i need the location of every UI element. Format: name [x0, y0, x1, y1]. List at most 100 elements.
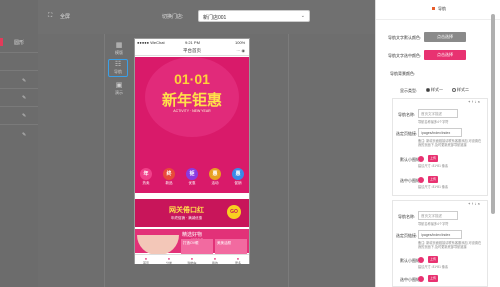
- store-select-value: 新门店001: [203, 15, 227, 21]
- product-card-label: 打造OV眼: [183, 241, 199, 245]
- card-tools[interactable]: + ↑ ↓ ×: [468, 99, 480, 104]
- radio-dot: [426, 87, 430, 92]
- navigation-icon: ☷: [114, 61, 122, 68]
- nav-circle-label: 热卖: [142, 181, 150, 185]
- demo-tool[interactable]: ▣ 演示: [110, 82, 128, 96]
- sidebar-divider: [0, 124, 38, 125]
- navigation-tool[interactable]: ☷ 导航: [108, 59, 128, 77]
- card-tools[interactable]: + ↑ ↓ ×: [468, 201, 480, 206]
- link-hint: 备注: 新增页面链接请联系客服添加,可设置在我的页面下,及时更新底部导航链接: [418, 139, 482, 147]
- more-icon: ··· ◉: [236, 48, 245, 53]
- phone-tab-bar: ● 首页 ● 分类 ● 购物车 ● 我的 ● 更多: [135, 254, 249, 265]
- grid-line: [104, 34, 105, 287]
- promo-subtitle: 年终促销 · 满减优惠: [171, 216, 203, 220]
- edit-icon[interactable]: ✎: [22, 113, 26, 119]
- icon-size-hint: 建议尺寸: 81*81 像素: [418, 164, 449, 168]
- promo-title: 网关倦口红: [169, 207, 204, 214]
- product-card-label: 美美活颜: [217, 241, 231, 245]
- go-button[interactable]: GO: [227, 205, 241, 219]
- upload-button[interactable]: 上传: [428, 256, 438, 263]
- nav-name-input[interactable]: 首页文字描述: [418, 211, 458, 220]
- default-icon-preview: [418, 156, 424, 162]
- nav-name-hint: 导航名称最多4个字符: [418, 222, 449, 226]
- radio-label: 样式一: [431, 87, 443, 92]
- demo-icon: ▣: [115, 82, 123, 89]
- tab-category[interactable]: ● 分类: [158, 256, 180, 265]
- tab-home[interactable]: ● 首页: [135, 256, 157, 265]
- nav-circle[interactable]: 钜: [186, 168, 198, 180]
- nav-circle-label: 促销: [234, 181, 242, 185]
- scrollbar[interactable]: [491, 14, 495, 214]
- nav-circle-label: 新品: [165, 181, 173, 185]
- link-input[interactable]: /pages/index/index: [418, 128, 462, 137]
- sidebar-divider: [0, 70, 38, 71]
- icon-size-hint: 建议尺寸: 81*81 像素: [418, 185, 449, 189]
- tab-more[interactable]: ● 更多: [227, 256, 249, 265]
- tool-label: 模版: [115, 50, 123, 55]
- link-input[interactable]: /pages/index/index: [418, 230, 462, 239]
- edit-icon[interactable]: ✎: [22, 78, 26, 84]
- chevron-down-icon: ⌄: [300, 13, 305, 19]
- sidebar-divider: [0, 52, 38, 53]
- banner-title: 新年钜惠: [161, 92, 222, 109]
- grid-line: [288, 34, 289, 287]
- nav-circle[interactable]: 年: [140, 168, 152, 180]
- store-select[interactable]: 新门店001 ⌄: [198, 10, 310, 22]
- upload-button[interactable]: 上传: [428, 275, 438, 282]
- nav-name-label: 导航名称:: [398, 112, 416, 117]
- panel-title: 导航: [438, 6, 446, 11]
- nav-name-hint: 导航名称最多4个字符: [418, 120, 449, 124]
- fullscreen-label[interactable]: 全屏: [60, 13, 70, 20]
- upload-button[interactable]: 上传: [428, 155, 438, 162]
- sidebar-item-label[interactable]: 圆形: [14, 39, 24, 46]
- text-color-button[interactable]: 点击选择: [424, 32, 466, 42]
- tab-cart[interactable]: ● 购物车: [181, 256, 203, 265]
- promo-banner[interactable]: 网关倦口红 年终促销 · 满减优惠 GO: [135, 199, 249, 227]
- tab-label: 分类: [165, 261, 172, 265]
- active-indicator: [0, 38, 3, 46]
- nav-circle[interactable]: 惠: [232, 168, 244, 180]
- template-tool[interactable]: ▦ 模版: [110, 42, 128, 56]
- tab-label: 更多: [234, 261, 241, 265]
- edit-icon[interactable]: ✎: [22, 95, 26, 101]
- edit-icon[interactable]: ✎: [22, 132, 26, 138]
- tool-label: 导航: [114, 69, 122, 74]
- selected-color-label: 导航文字选中颜色:: [388, 53, 422, 58]
- left-sidebar: 圆形 ✎ ✎ ✎ ✎: [0, 0, 38, 287]
- display-type-label: 显示类型:: [400, 88, 418, 93]
- icon-size-hint: 建议尺寸: 81*81 像素: [418, 265, 449, 269]
- bg-color-label: 导航背景颜色:: [390, 71, 416, 76]
- nav-name-input[interactable]: 首页文字描述: [418, 109, 458, 118]
- battery-text: 100%: [235, 40, 246, 45]
- style-two-radio[interactable]: 样式二: [452, 87, 469, 93]
- template-icon: ▦: [115, 42, 123, 49]
- top-bar: ⛶ 全屏 切换门店: 新门店001 ⌄: [38, 0, 375, 34]
- page-title: 平台首页: [183, 48, 201, 53]
- fullscreen-icon[interactable]: ⛶: [48, 13, 52, 20]
- nav-circle-label: 优惠: [188, 181, 196, 185]
- selected-color-button[interactable]: 点击选择: [424, 50, 466, 60]
- nav-circle[interactable]: 惠: [209, 168, 221, 180]
- tab-mine[interactable]: ● 我的: [204, 256, 226, 265]
- store-label: 切换门店:: [162, 14, 184, 20]
- nav-circles: 年 热卖 终 新品 钜 优惠 惠 活动 惠 促销: [135, 165, 249, 193]
- selected-icon-preview: [418, 276, 424, 282]
- panel-header: 导航: [376, 0, 500, 20]
- link-hint: 备注: 新增页面链接请联系客服添加,可设置在我的页面下,及时更新底部导航链接: [418, 241, 482, 249]
- phone-title-bar: 平台首页 ··· ◉: [135, 46, 249, 56]
- link-label: 选定页链接:: [396, 233, 418, 238]
- signal-text: ●●●●● WeChat: [137, 40, 165, 45]
- style-one-radio[interactable]: 样式一: [426, 87, 443, 93]
- phone-preview: ●●●●● WeChat 9:21 PM 100% 平台首页 ··· ◉ 01·…: [134, 38, 250, 265]
- text-color-label: 导航文字默认颜色:: [388, 35, 422, 40]
- nav-circle-label: 活动: [211, 181, 219, 185]
- radio-dot: [452, 87, 456, 92]
- banner-subtitle: ACTIVITY · NEW YEAR: [173, 109, 211, 113]
- default-icon-preview: [418, 257, 424, 263]
- tool-label: 演示: [115, 90, 123, 95]
- tab-label: 我的: [211, 261, 218, 265]
- nav-circle[interactable]: 终: [163, 168, 175, 180]
- selected-icon-preview: [418, 177, 424, 183]
- banner-image: 01·01 新年钜惠 ACTIVITY · NEW YEAR: [135, 57, 249, 167]
- upload-button[interactable]: 上传: [428, 176, 438, 183]
